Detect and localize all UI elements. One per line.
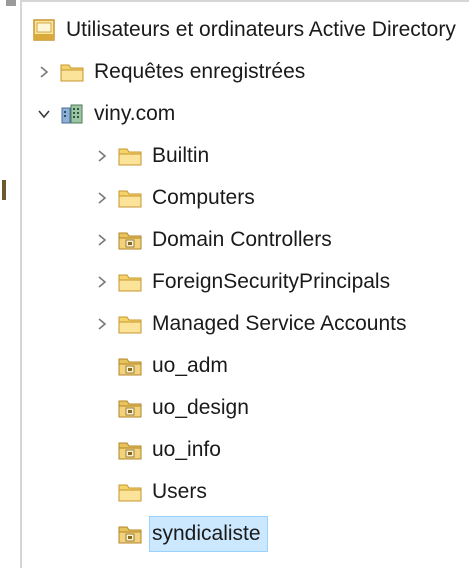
tree-item-label-selected: syndicaliste — [149, 516, 268, 552]
tree-item-managed-service-accounts[interactable]: Managed Service Accounts — [22, 304, 469, 344]
tree-item-label: uo_adm — [152, 354, 228, 377]
folder-icon — [116, 310, 144, 338]
ou-icon — [116, 394, 144, 422]
tree-item-label: Users — [152, 480, 207, 503]
tree-item-uo-info[interactable]: uo_info — [22, 430, 469, 470]
ou-icon — [116, 226, 144, 254]
folder-icon — [116, 142, 144, 170]
tree-item-label: viny.com — [94, 102, 176, 125]
ou-icon — [116, 352, 144, 380]
folder-icon — [116, 478, 144, 506]
chevron-right-icon[interactable] — [88, 304, 116, 344]
tree-item-label: uo_design — [152, 396, 249, 419]
tree-root-label: Utilisateurs et ordinateurs Active Direc… — [66, 18, 456, 41]
gutter-mark — [2, 180, 6, 200]
tree-root[interactable]: Utilisateurs et ordinateurs Active Direc… — [22, 10, 469, 50]
chevron-right-icon[interactable] — [88, 178, 116, 218]
chevron-down-icon[interactable] — [30, 94, 58, 134]
tree-item-uo-design[interactable]: uo_design — [22, 388, 469, 428]
folder-icon — [116, 184, 144, 212]
chevron-right-icon[interactable] — [88, 136, 116, 176]
ou-icon — [116, 520, 144, 548]
ou-icon — [116, 436, 144, 464]
tree-item-foreign-security-principals[interactable]: ForeignSecurityPrincipals — [22, 262, 469, 302]
folder-icon — [58, 58, 86, 86]
tree-item-domain-controllers[interactable]: Domain Controllers — [22, 220, 469, 260]
tree-item-label: Domain Controllers — [152, 228, 332, 251]
tree-item-uo-adm[interactable]: uo_adm — [22, 346, 469, 386]
chevron-right-icon[interactable] — [30, 52, 58, 92]
folder-icon — [116, 268, 144, 296]
console-tree[interactable]: Utilisateurs et ordinateurs Active Direc… — [20, 0, 469, 568]
gutter-tick — [6, 0, 16, 6]
tree-item-label: Managed Service Accounts — [152, 312, 407, 335]
chevron-right-icon[interactable] — [88, 220, 116, 260]
tree-item-users[interactable]: Users — [22, 472, 469, 512]
chevron-right-icon[interactable] — [88, 262, 116, 302]
tree-item-builtin[interactable]: Builtin — [22, 136, 469, 176]
domain-icon — [58, 100, 86, 128]
tree-item-saved-queries[interactable]: Requêtes enregistrées — [22, 52, 469, 92]
tree-item-label: Computers — [152, 186, 255, 209]
tree-item-label: uo_info — [152, 438, 221, 461]
tree-item-domain[interactable]: viny.com — [22, 94, 469, 134]
ad-console-icon — [30, 16, 58, 44]
tree-item-computers[interactable]: Computers — [22, 178, 469, 218]
tree-item-label: Builtin — [152, 144, 210, 167]
tree-item-label: Requêtes enregistrées — [94, 60, 306, 83]
tree-item-label: ForeignSecurityPrincipals — [152, 270, 391, 293]
tree-item-syndicaliste[interactable]: syndicaliste — [22, 514, 469, 554]
left-gutter — [0, 0, 20, 568]
